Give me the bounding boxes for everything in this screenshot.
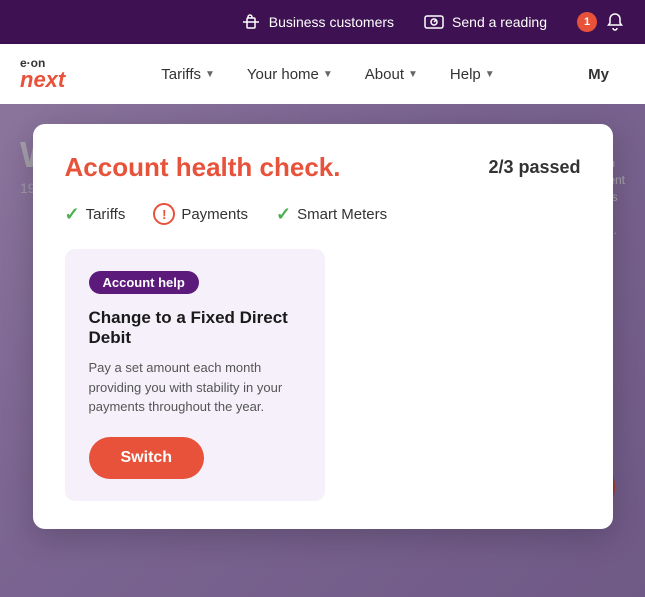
nav-your-home[interactable]: Your home ▼ bbox=[231, 44, 349, 104]
about-chevron-icon: ▼ bbox=[408, 69, 418, 80]
business-customers-label: Business customers bbox=[269, 14, 394, 30]
logo[interactable]: e·on next bbox=[20, 57, 65, 91]
smart-meters-check-label: Smart Meters bbox=[297, 206, 387, 223]
tariffs-check-label: Tariffs bbox=[86, 206, 126, 223]
your-home-label: Your home bbox=[247, 66, 319, 83]
modal-overlay: Account health check. 2/3 passed ✓ Tarif… bbox=[0, 104, 645, 597]
check-smart-meters: ✓ Smart Meters bbox=[276, 204, 387, 225]
send-reading-link[interactable]: Send a reading bbox=[424, 12, 547, 32]
account-help-badge: Account help bbox=[89, 271, 199, 294]
modal-title: Account health check. bbox=[65, 152, 341, 183]
help-card-description: Pay a set amount each month providing yo… bbox=[89, 358, 301, 417]
nav-help[interactable]: Help ▼ bbox=[434, 44, 511, 104]
check-tariffs: ✓ Tariffs bbox=[65, 204, 126, 225]
help-card-title: Change to a Fixed Direct Debit bbox=[89, 308, 301, 348]
about-label: About bbox=[365, 66, 404, 83]
tariffs-label: Tariffs bbox=[161, 66, 201, 83]
send-reading-label: Send a reading bbox=[452, 14, 547, 30]
check-payments: ! Payments bbox=[153, 203, 248, 225]
help-label: Help bbox=[450, 66, 481, 83]
your-home-chevron-icon: ▼ bbox=[323, 69, 333, 80]
business-customers-link[interactable]: Business customers bbox=[241, 12, 394, 32]
health-check-modal: Account health check. 2/3 passed ✓ Tarif… bbox=[33, 124, 613, 529]
tariffs-check-icon: ✓ bbox=[65, 204, 80, 225]
smart-meters-check-icon: ✓ bbox=[276, 204, 291, 225]
modal-passed: 2/3 passed bbox=[488, 157, 580, 178]
nav-my[interactable]: My bbox=[572, 44, 625, 104]
briefcase-icon bbox=[241, 12, 261, 32]
payments-check-label: Payments bbox=[181, 206, 248, 223]
payments-warn-icon: ! bbox=[153, 203, 175, 225]
switch-button[interactable]: Switch bbox=[89, 437, 205, 479]
help-chevron-icon: ▼ bbox=[485, 69, 495, 80]
bell-icon bbox=[605, 12, 625, 32]
notification-badge: 1 bbox=[577, 12, 597, 32]
nav-about[interactable]: About ▼ bbox=[349, 44, 434, 104]
tariffs-chevron-icon: ▼ bbox=[205, 69, 215, 80]
my-label: My bbox=[588, 66, 609, 83]
notifications-link[interactable]: 1 bbox=[577, 12, 625, 32]
top-bar: Business customers Send a reading 1 bbox=[0, 0, 645, 44]
main-nav: e·on next Tariffs ▼ Your home ▼ About ▼ … bbox=[0, 44, 645, 104]
logo-next-text: next bbox=[20, 69, 65, 91]
modal-header: Account health check. 2/3 passed bbox=[65, 152, 581, 183]
nav-tariffs[interactable]: Tariffs ▼ bbox=[145, 44, 231, 104]
check-items: ✓ Tariffs ! Payments ✓ Smart Meters bbox=[65, 203, 581, 225]
help-card: Account help Change to a Fixed Direct De… bbox=[65, 249, 325, 501]
meter-icon bbox=[424, 12, 444, 32]
